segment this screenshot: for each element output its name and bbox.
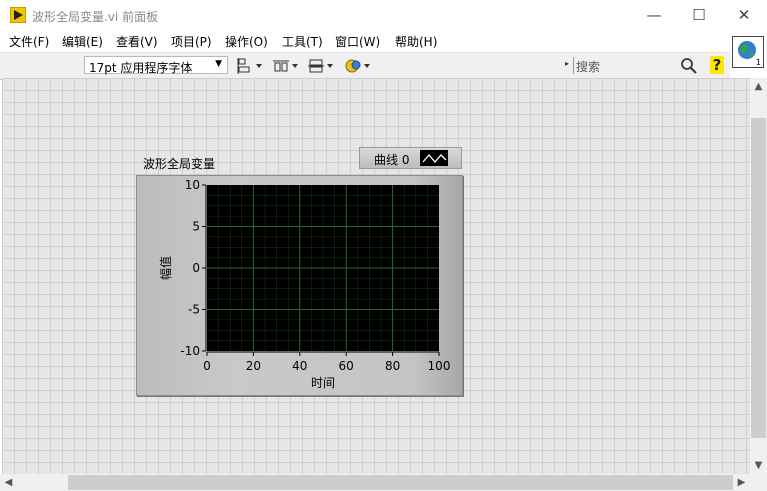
scroll-down-icon[interactable]: ▼ <box>750 457 767 474</box>
window-title: 波形全局变量.vi 前面板 <box>32 10 159 24</box>
x-tick-label: 100 <box>428 359 451 373</box>
maximize-button[interactable]: ☐ <box>676 0 722 30</box>
chevron-down-icon: ▼ <box>215 59 222 69</box>
minimize-button[interactable]: — <box>631 0 677 30</box>
scroll-up-icon[interactable]: ▲ <box>750 78 767 95</box>
vertical-scrollbar[interactable]: ▲ ▼ <box>750 78 767 474</box>
help-icon[interactable]: ? <box>710 56 724 74</box>
x-tick-label: 20 <box>246 359 261 373</box>
menu-help[interactable]: 帮助(H) <box>395 33 437 50</box>
x-tick-label: 80 <box>385 359 400 373</box>
legend-plot-name: 曲线 0 <box>374 153 410 167</box>
legend-line-icon[interactable] <box>420 150 448 166</box>
graph-plot-svg: 1050-5-100 20 40 60 80 100时间幅值 <box>158 178 451 390</box>
search-icon[interactable] <box>680 57 698 75</box>
close-button[interactable]: ✕ <box>721 0 767 30</box>
vi-icon[interactable]: 1 <box>732 36 764 68</box>
plot-legend[interactable]: 曲线 0 <box>359 147 462 169</box>
menu-operate[interactable]: 操作(O) <box>225 33 268 50</box>
menu-bar: 文件(F) 编辑(E) 查看(V) 项目(P) 操作(O) 工具(T) 窗口(W… <box>0 30 730 52</box>
caret-right-icon: ▸ <box>565 59 570 68</box>
y-tick-label: -10 <box>180 344 200 358</box>
search-input[interactable]: ▸ 搜索 <box>565 56 703 76</box>
align-objects-icon[interactable] <box>236 56 264 76</box>
graph-label: 波形全局变量 <box>143 157 216 171</box>
y-tick-label: 0 <box>192 261 200 275</box>
labview-run-icon <box>10 7 26 23</box>
distribute-objects-icon[interactable] <box>272 56 300 76</box>
menu-view[interactable]: 查看(V) <box>116 33 158 50</box>
menu-window[interactable]: 窗口(W) <box>335 33 380 50</box>
vertical-scroll-thumb[interactable] <box>751 118 766 438</box>
y-axis-title: 幅值 <box>158 256 173 280</box>
y-tick-label: -5 <box>188 303 200 317</box>
connector-number: 1 <box>755 58 761 67</box>
search-divider <box>573 57 574 74</box>
waveform-graph[interactable]: 10 5 0 -5 -10 0 20 40 60 80 100 时间 幅值 <box>136 175 463 396</box>
title-bar: 波形全局变量.vi 前面板 — ☐ ✕ <box>0 0 767 30</box>
y-tick-label: 5 <box>192 220 200 234</box>
menu-project[interactable]: 项目(P) <box>171 33 212 50</box>
menu-edit[interactable]: 编辑(E) <box>62 33 103 50</box>
resize-grip-icon[interactable] <box>750 474 767 491</box>
x-tick-label: 0 <box>203 359 211 373</box>
menu-tools[interactable]: 工具(T) <box>282 33 323 50</box>
x-tick-label: 60 <box>339 359 354 373</box>
font-select[interactable]: 17pt 应用程序字体 ▼ <box>84 56 228 75</box>
horizontal-scroll-thumb[interactable] <box>68 475 733 490</box>
y-tick-label: 10 <box>185 178 200 192</box>
horizontal-scrollbar[interactable]: ◀ ▶ <box>0 474 750 491</box>
x-axis-title: 时间 <box>311 376 335 390</box>
menu-file[interactable]: 文件(F) <box>9 33 49 50</box>
scroll-left-icon[interactable]: ◀ <box>0 474 17 491</box>
scroll-right-icon[interactable]: ▶ <box>733 474 750 491</box>
toolbar: 17pt 应用程序字体 ▼ ▸ 搜索 ? <box>0 52 730 80</box>
search-placeholder: 搜索 <box>576 60 601 74</box>
font-select-value: 17pt 应用程序字体 <box>89 61 193 75</box>
reorder-icon[interactable] <box>344 56 372 76</box>
x-tick-label: 40 <box>292 359 307 373</box>
resize-objects-icon[interactable] <box>307 56 335 76</box>
